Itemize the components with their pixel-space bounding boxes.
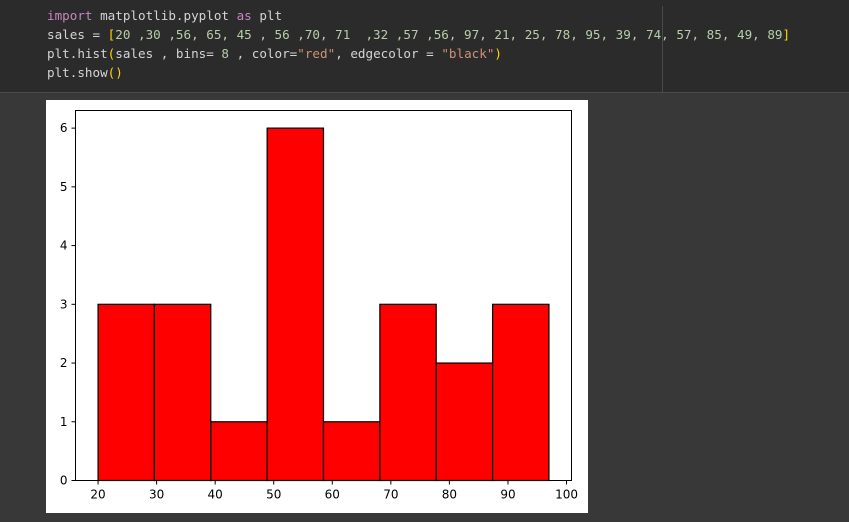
- code-line-3: plt.hist(sales , bins= 8 , color="red", …: [47, 44, 502, 63]
- hist-call: plt.hist: [47, 46, 108, 61]
- histogram-bar: [266, 127, 325, 482]
- cell-divider: [0, 92, 849, 93]
- x-tick-label: 30: [149, 488, 164, 502]
- x-tick-label: 40: [208, 488, 223, 502]
- code-line-1: import matplotlib.pyplot as plt: [47, 6, 282, 25]
- module-alias: plt: [251, 8, 283, 23]
- hist-args-b: , color=: [229, 46, 298, 61]
- code-line-2: sales = [20 ,30 ,56, 65, 45 , 56 ,70, 71…: [47, 25, 790, 44]
- histogram-bar: [322, 421, 381, 482]
- histogram-bar: [379, 303, 437, 482]
- color-string: "red": [297, 46, 336, 61]
- histogram-bar: [491, 303, 550, 482]
- sales-values: 20 ,30 ,56, 65, 45 , 56 ,70, 71 ,32 ,57 …: [115, 27, 783, 42]
- histogram-bar: [97, 303, 156, 482]
- hist-args-a: sales , bins=: [115, 46, 222, 61]
- output-plot: 20 30 40 50 60 70 80 90 100 0 1 2 3 4 5 6: [46, 100, 588, 513]
- x-tick-label: 80: [442, 488, 457, 502]
- module-name: matplotlib.pyplot: [92, 8, 237, 23]
- x-tick-label: 70: [383, 488, 398, 502]
- y-tick-label: 6: [60, 121, 68, 135]
- sales-assign: sales =: [47, 27, 108, 42]
- y-tick-label: 0: [60, 474, 68, 488]
- x-tick-label: 60: [325, 488, 340, 502]
- y-tick-label: 3: [60, 297, 68, 311]
- editor-ruler: [662, 6, 663, 92]
- y-tick-label: 1: [60, 415, 68, 429]
- x-tick-label: 90: [500, 488, 515, 502]
- x-tick-label: 20: [90, 488, 105, 502]
- histogram-bar: [210, 421, 268, 482]
- y-tick-label: 5: [60, 180, 68, 194]
- histogram-bar: [435, 362, 494, 482]
- histogram-bar: [153, 303, 212, 482]
- x-tick-label: 50: [266, 488, 281, 502]
- hist-args-c: , edgecolor =: [335, 46, 442, 61]
- y-tick-label: 2: [60, 356, 68, 370]
- edgecolor-string: "black": [441, 46, 495, 61]
- x-tick-label: 100: [555, 488, 578, 502]
- notebook-cell: import matplotlib.pyplot as plt sales = …: [0, 0, 849, 522]
- show-parens: (): [107, 65, 123, 80]
- bins-value: 8: [221, 46, 230, 61]
- keyword-as: as: [236, 8, 252, 23]
- keyword-import: import: [47, 8, 93, 23]
- y-tick-label: 4: [60, 239, 68, 253]
- code-editor[interactable]: import matplotlib.pyplot as plt sales = …: [0, 0, 849, 92]
- show-call: plt.show: [47, 65, 108, 80]
- list-close-bracket: ]: [782, 27, 791, 42]
- hist-close-paren: ): [494, 46, 503, 61]
- histogram-chart: 20 30 40 50 60 70 80 90 100 0 1 2 3 4 5 6: [60, 110, 578, 502]
- code-line-4: plt.show(): [47, 63, 123, 82]
